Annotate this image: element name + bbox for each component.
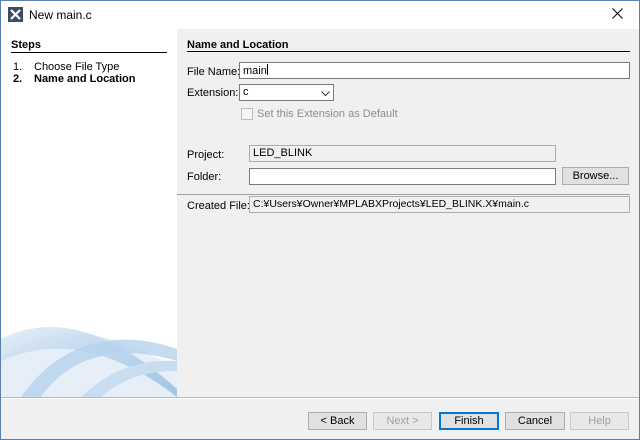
created-file-field: C:¥Users¥Owner¥MPLABXProjects¥LED_BLINK.… (249, 196, 630, 213)
steps-panel: Steps 1. Choose File Type 2. Name and Loca… (1, 29, 177, 397)
folder-label: Folder: (187, 171, 222, 183)
extension-label: Extension: (187, 87, 239, 99)
close-button[interactable] (595, 1, 639, 29)
file-name-value: main (243, 65, 267, 77)
close-icon (611, 8, 623, 22)
project-field: LED_BLINK (249, 145, 556, 162)
default-extension-checkbox-row: Set this Extension as Default (241, 108, 398, 120)
finish-button[interactable]: Finish (439, 412, 499, 430)
step-label: Choose File Type (34, 61, 120, 73)
step-label: Name and Location (34, 73, 136, 85)
form-bottom-divider (177, 194, 630, 195)
extension-select[interactable]: c (239, 84, 334, 101)
decorative-swoosh-graphic (1, 327, 177, 397)
form-panel: Name and Location File Name: main Extens… (177, 29, 639, 397)
next-button[interactable]: Next > (373, 412, 432, 430)
section-title: Name and Location (187, 39, 289, 51)
project-label: Project: (187, 149, 225, 161)
help-button[interactable]: Help (570, 412, 629, 430)
folder-input[interactable] (249, 168, 556, 185)
default-extension-checkbox[interactable] (241, 108, 253, 120)
chevron-down-icon (321, 88, 330, 101)
created-file-label: Created File: (187, 200, 250, 212)
step-number: 2. (13, 73, 23, 85)
step-number: 1. (13, 61, 23, 73)
netbeans-icon (8, 7, 23, 22)
step-item-name-and-location: 2. Name and Location (13, 73, 135, 85)
steps-title: Steps (11, 39, 41, 51)
title-bar: New main.c (1, 1, 639, 29)
new-file-dialog: New main.c Steps 1. Choose File Type 2. Na… (0, 0, 640, 440)
extension-value: c (243, 86, 249, 98)
steps-divider (11, 52, 167, 53)
footer-divider-highlight (1, 398, 639, 399)
default-extension-label: Set this Extension as Default (257, 108, 398, 120)
step-item-choose-file-type: 1. Choose File Type (13, 61, 119, 73)
cancel-button[interactable]: Cancel (505, 412, 565, 430)
text-caret (266, 64, 268, 75)
back-button[interactable]: < Back (308, 412, 367, 430)
file-name-input[interactable]: main (239, 62, 630, 79)
file-name-label: File Name: (187, 66, 241, 78)
section-divider (187, 51, 630, 52)
browse-button[interactable]: Browse... (562, 167, 629, 185)
window-title: New main.c (29, 8, 92, 22)
